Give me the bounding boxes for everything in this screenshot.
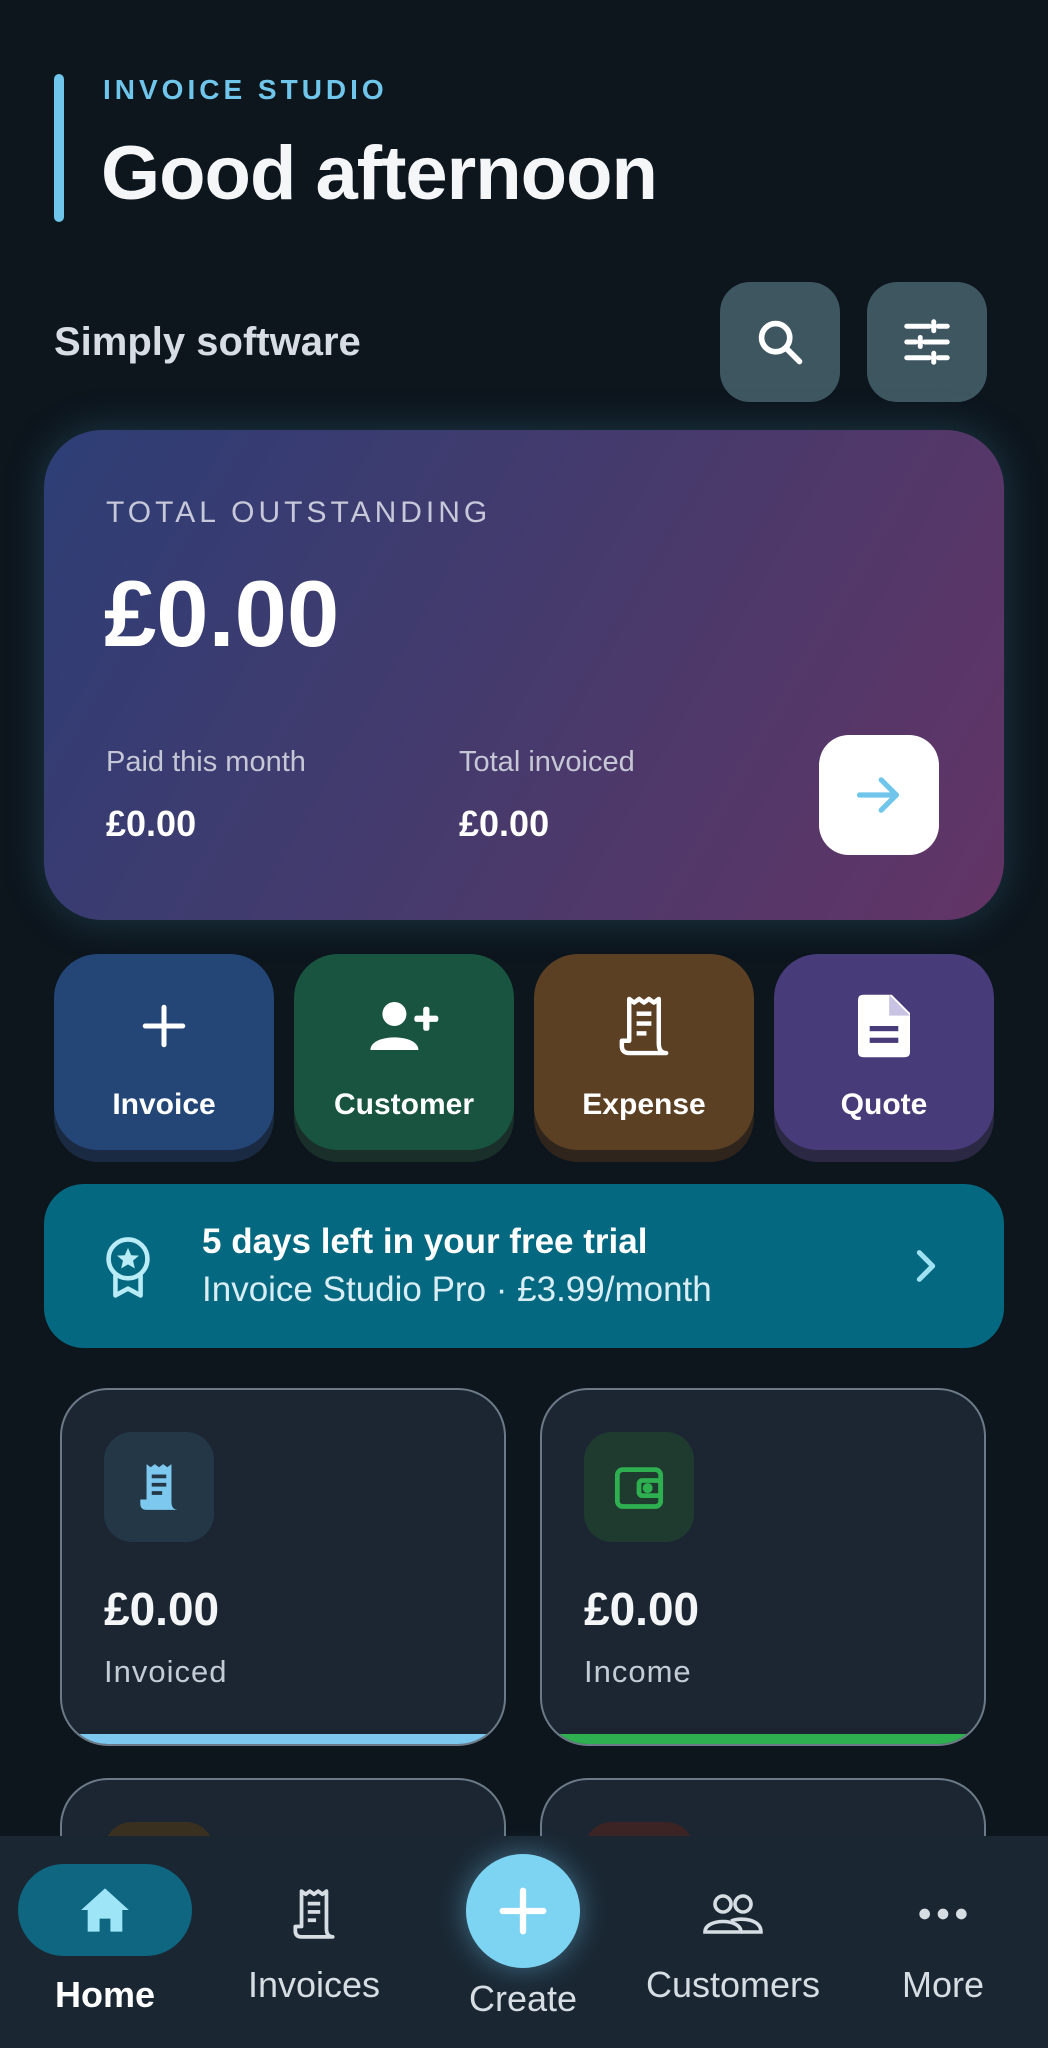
header-accent-bar bbox=[54, 74, 64, 222]
action-label: Quote bbox=[840, 1088, 928, 1121]
invoiced-accent-bar bbox=[62, 1734, 504, 1744]
plus-icon bbox=[499, 1887, 547, 1935]
nav-label: Invoices bbox=[247, 1964, 381, 2005]
paid-value: £0.00 bbox=[106, 803, 197, 844]
new-expense-button[interactable]: Expense bbox=[534, 954, 754, 1150]
wallet-icon bbox=[614, 1467, 664, 1509]
quick-actions: Invoice Customer Expense Quote bbox=[54, 954, 994, 1164]
company-name: Simply software bbox=[54, 320, 361, 364]
more-dots-icon bbox=[919, 1908, 967, 1920]
total-invoiced: Total invoiced £0.00 bbox=[459, 746, 635, 845]
nav-home-indicator bbox=[18, 1864, 192, 1956]
outstanding-amount: £0.00 bbox=[104, 561, 340, 666]
home-icon bbox=[81, 1888, 129, 1932]
nav-create[interactable]: Create bbox=[458, 1836, 588, 2020]
app-name: INVOICE STUDIO bbox=[103, 74, 388, 105]
bottom-navigation: Home Invoices Create Customers More bbox=[0, 1836, 1048, 2048]
new-customer-button[interactable]: Customer bbox=[294, 954, 514, 1150]
receipt-icon bbox=[140, 1464, 178, 1510]
total-invoiced-label: Total invoiced bbox=[459, 746, 635, 778]
new-invoice-button[interactable]: Invoice bbox=[54, 954, 274, 1150]
income-accent-bar bbox=[542, 1734, 984, 1744]
receipt-icon bbox=[619, 996, 669, 1056]
trial-title: 5 days left in your free trial bbox=[202, 1222, 648, 1261]
receipt-icon bbox=[293, 1889, 335, 1939]
search-button[interactable] bbox=[720, 282, 840, 402]
nav-label: Customers bbox=[645, 1964, 821, 2005]
document-icon bbox=[858, 994, 910, 1058]
nav-label: More bbox=[901, 1964, 985, 2005]
create-fab[interactable] bbox=[466, 1854, 580, 1968]
award-badge-icon bbox=[106, 1237, 150, 1298]
search-icon bbox=[758, 320, 803, 365]
total-outstanding-card: TOTAL OUTSTANDING £0.00 Paid this month … bbox=[44, 430, 1004, 920]
greeting-title: Good afternoon bbox=[101, 131, 658, 216]
action-label: Customer bbox=[333, 1088, 475, 1121]
filter-button[interactable] bbox=[867, 282, 987, 402]
nav-home[interactable]: Home bbox=[18, 1836, 192, 2016]
add-person-icon bbox=[370, 1002, 439, 1050]
header: INVOICE STUDIO Good afternoon bbox=[54, 74, 994, 224]
nav-label: Home bbox=[54, 1974, 156, 2015]
invoiced-card-icon-box bbox=[104, 1432, 214, 1542]
plus-icon bbox=[142, 1004, 186, 1048]
nav-invoices[interactable]: Invoices bbox=[234, 1836, 394, 2006]
action-label: Invoice bbox=[112, 1088, 216, 1121]
free-trial-banner[interactable]: 5 days left in your free trial Invoice S… bbox=[44, 1184, 1004, 1348]
paid-this-month: Paid this month £0.00 bbox=[106, 746, 306, 845]
income-card-icon-box bbox=[584, 1432, 694, 1542]
income-value: £0.00 bbox=[584, 1583, 700, 1635]
arrow-right-icon bbox=[856, 777, 899, 813]
invoiced-value: £0.00 bbox=[104, 1583, 220, 1635]
view-outstanding-button[interactable] bbox=[819, 735, 939, 855]
nav-label: Create bbox=[468, 1978, 578, 2019]
new-quote-button[interactable]: Quote bbox=[774, 954, 994, 1150]
action-label: Expense bbox=[582, 1088, 706, 1121]
chevron-right-icon bbox=[916, 1250, 936, 1282]
paid-label: Paid this month bbox=[106, 746, 306, 778]
invoiced-card[interactable]: £0.00 Invoiced bbox=[60, 1388, 506, 1746]
invoiced-label: Invoiced bbox=[104, 1654, 228, 1689]
trial-subtitle: Invoice Studio Pro · £3.99/month bbox=[202, 1270, 712, 1309]
nav-more[interactable]: More bbox=[880, 1836, 1006, 2006]
total-invoiced-value: £0.00 bbox=[459, 803, 550, 844]
income-card[interactable]: £0.00 Income bbox=[540, 1388, 986, 1746]
people-icon bbox=[703, 1894, 763, 1934]
outstanding-label: TOTAL OUTSTANDING bbox=[106, 496, 492, 529]
company-row: Simply software bbox=[54, 282, 994, 402]
tune-sliders-icon bbox=[904, 319, 950, 365]
income-label: Income bbox=[584, 1654, 692, 1689]
nav-customers[interactable]: Customers bbox=[633, 1836, 833, 2006]
